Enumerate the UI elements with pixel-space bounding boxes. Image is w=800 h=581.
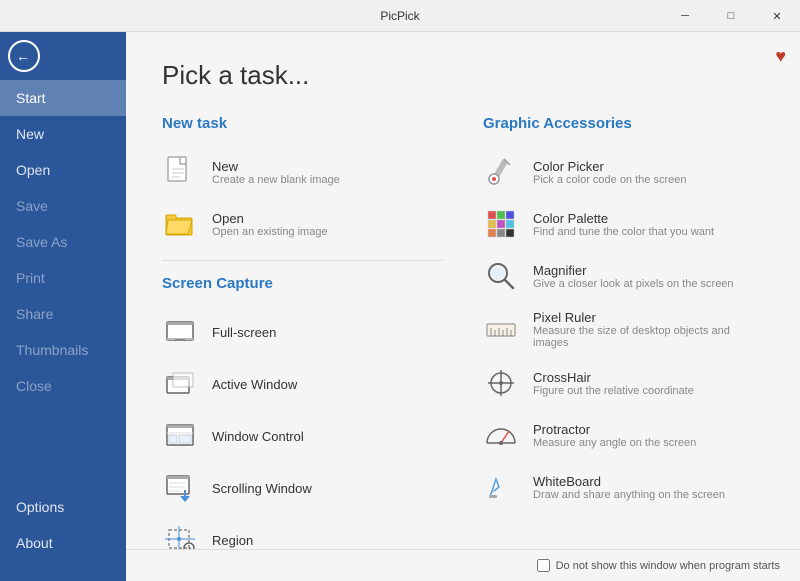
pixel-ruler-icon [483,312,519,348]
scrolling-window-icon [162,470,198,506]
sidebar-item-save[interactable]: Save [0,188,126,224]
content-columns: New task [162,115,764,549]
open-icon [162,206,198,242]
task-region[interactable]: Region [162,514,443,549]
left-column: New task [162,115,443,549]
task-magnifier[interactable]: Magnifier Give a closer look at pixels o… [483,250,764,302]
sidebar-item-open[interactable]: Open [0,152,126,188]
task-color-palette[interactable]: Color Palette Find and tune the color th… [483,198,764,250]
color-palette-label: Color Palette [533,211,714,226]
whiteboard-label: WhiteBoard [533,474,725,489]
back-button[interactable]: ← [8,40,40,72]
close-button[interactable]: ✕ [754,0,800,32]
task-crosshair[interactable]: CrossHair Figure out the relative coordi… [483,357,764,409]
whiteboard-icon [483,469,519,505]
color-picker-icon [483,154,519,190]
task-pixel-ruler[interactable]: Pixel Ruler Measure the size of desktop … [483,302,764,357]
sidebar-item-print[interactable]: Print [0,260,126,296]
task-open[interactable]: Open Open an existing image [162,198,443,250]
open-label: Open [212,211,328,226]
magnifier-icon [483,258,519,294]
crosshair-label: CrossHair [533,370,694,385]
app-title: PicPick [380,9,419,23]
dont-show-checkbox-label[interactable]: Do not show this window when program sta… [537,559,780,572]
magnifier-desc: Give a closer look at pixels on the scre… [533,278,734,290]
fullscreen-label: Full-screen [212,325,276,340]
task-new[interactable]: New Create a new blank image [162,146,443,198]
region-label: Region [212,533,253,548]
task-color-picker[interactable]: Color Picker Pick a color code on the sc… [483,146,764,198]
protractor-desc: Measure any angle on the screen [533,437,696,449]
protractor-icon [483,417,519,453]
color-picker-label: Color Picker [533,159,686,174]
color-picker-desc: Pick a color code on the screen [533,174,686,186]
whiteboard-desc: Draw and share anything on the screen [533,489,725,501]
task-whiteboard[interactable]: WhiteBoard Draw and share anything on th… [483,461,764,513]
main-content: Pick a task... New task [126,32,800,549]
task-window-control[interactable]: Window Control [162,410,443,462]
window-control-icon [162,418,198,454]
region-icon [162,522,198,549]
bottom-bar: Do not show this window when program sta… [126,549,800,581]
sidebar-item-about[interactable]: About [0,525,126,561]
minimize-button[interactable]: ─ [662,0,708,32]
back-arrow-icon: ← [16,48,30,64]
app-container: ← Start New Open Save Save As Print [0,32,800,581]
back-button-area[interactable]: ← [0,32,126,80]
screen-capture-section-title: Screen Capture [162,275,443,292]
protractor-label: Protractor [533,422,696,437]
main-area: Pick a task... New task [126,32,800,581]
sidebar-item-options[interactable]: Options [0,489,126,525]
window-control-label: Window Control [212,429,304,444]
fullscreen-icon [162,314,198,350]
page-title: Pick a task... [162,60,764,91]
scrolling-window-label: Scrolling Window [212,481,312,496]
graphic-accessories-section-title: Graphic Accessories [483,115,764,132]
new-desc: Create a new blank image [212,174,340,186]
new-icon [162,154,198,190]
pixel-ruler-label: Pixel Ruler [533,310,764,325]
task-protractor[interactable]: Protractor Measure any angle on the scre… [483,409,764,461]
crosshair-icon [483,365,519,401]
task-fullscreen[interactable]: Full-screen [162,306,443,358]
magnifier-label: Magnifier [533,263,734,278]
new-label: New [212,159,340,174]
new-task-section-title: New task [162,115,443,132]
sidebar-item-new[interactable]: New [0,116,126,152]
sidebar-nav: Start New Open Save Save As Print Share … [0,80,126,581]
color-palette-desc: Find and tune the color that you want [533,226,714,238]
dont-show-checkbox[interactable] [537,559,550,572]
right-column: Graphic Accessories Color [483,115,764,549]
sidebar-bottom: Options About [0,489,126,581]
sidebar-item-close[interactable]: Close [0,368,126,404]
title-bar: PicPick ─ □ ✕ [0,0,800,32]
sidebar: ← Start New Open Save Save As Print [0,32,126,581]
color-palette-icon [483,206,519,242]
open-desc: Open an existing image [212,226,328,238]
sidebar-item-thumbnails[interactable]: Thumbnails [0,332,126,368]
maximize-button[interactable]: □ [708,0,754,32]
active-window-icon [162,366,198,402]
sidebar-item-share[interactable]: Share [0,296,126,332]
task-active-window[interactable]: Active Window [162,358,443,410]
dont-show-label: Do not show this window when program sta… [556,560,780,572]
heart-icon: ♥ [775,46,786,67]
active-window-label: Active Window [212,377,297,392]
sidebar-item-start[interactable]: Start [0,80,126,116]
window-controls: ─ □ ✕ [662,0,800,32]
pixel-ruler-desc: Measure the size of desktop objects and … [533,325,764,349]
task-scrolling-window[interactable]: Scrolling Window [162,462,443,514]
crosshair-desc: Figure out the relative coordinate [533,385,694,397]
section-divider [162,260,443,261]
sidebar-item-save-as[interactable]: Save As [0,224,126,260]
